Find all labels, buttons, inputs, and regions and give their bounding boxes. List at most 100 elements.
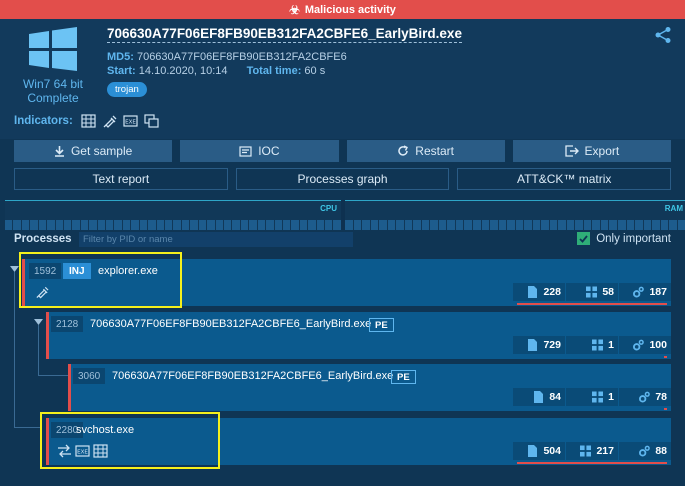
gears-icon: [639, 391, 651, 403]
graph-bar: [669, 220, 677, 230]
graph-bar: [660, 220, 669, 230]
collapse-arrow-icon[interactable]: [34, 319, 43, 326]
graph-bar: [515, 220, 524, 230]
process-item[interactable]: 2128 706630A77F06EF8FB90EB312FA2CBFE6_Ea…: [46, 312, 671, 359]
files-progress: [517, 462, 667, 464]
graph-bar: [549, 220, 558, 230]
graph-bar: [13, 220, 21, 230]
files-stat[interactable]: 84: [513, 388, 565, 406]
process-filter-input[interactable]: [79, 232, 353, 247]
graph-bar: [507, 220, 515, 230]
modules-stat[interactable]: 88: [619, 442, 671, 460]
graph-bar: [643, 220, 652, 230]
files-progress: [664, 356, 667, 358]
registry-stat[interactable]: 217: [566, 442, 618, 460]
files-stat[interactable]: 729: [513, 336, 565, 354]
collapse-arrow-icon[interactable]: [10, 266, 19, 273]
trojan-tag[interactable]: trojan: [107, 82, 147, 97]
injection-icon[interactable]: [102, 114, 117, 128]
files-stat[interactable]: 504: [513, 442, 565, 460]
total-time-value: 60 s: [304, 65, 326, 77]
graph-bar: [609, 220, 617, 230]
registry-stat[interactable]: 58: [566, 283, 618, 301]
only-important-checkbox[interactable]: [577, 232, 591, 245]
download-icon: [54, 146, 64, 157]
biohazard-icon: ☣: [289, 2, 300, 17]
processes-header: Processes Only important: [0, 231, 685, 249]
only-important-toggle[interactable]: Only important: [577, 232, 671, 245]
graph-bar: [148, 220, 156, 230]
modules-stat[interactable]: 187: [619, 283, 671, 301]
checkmark-icon: [579, 234, 588, 243]
registry-count: 1: [608, 391, 614, 403]
tree-line: [38, 325, 39, 375]
gears-icon: [633, 286, 645, 298]
graph-bar: [600, 220, 609, 230]
graph-bar: [30, 220, 38, 230]
files-progress: [664, 408, 667, 410]
text-report-button[interactable]: Text report: [14, 168, 228, 190]
process-name: 706630A77F06EF8FB90EB312FA2CBFE6_EarlyBi…: [90, 318, 372, 330]
graph-bar: [558, 220, 566, 230]
pe-tag[interactable]: PE: [391, 370, 416, 384]
executable-icon[interactable]: EXE: [123, 114, 138, 128]
graph-bar: [215, 220, 223, 230]
graph-bar: [106, 220, 114, 230]
graph-bar: [541, 220, 549, 230]
danger-marker: [46, 312, 49, 359]
only-important-label: Only important: [596, 232, 671, 245]
processes-title: Processes: [14, 233, 72, 245]
start-value: 14.10.2020, 10:14: [138, 65, 228, 77]
start-label: Start:: [107, 65, 136, 77]
processes-graph-button[interactable]: Processes graph: [235, 168, 450, 190]
banner-text: Malicious activity: [304, 3, 396, 16]
graph-bar: [362, 220, 370, 230]
modules-count: 78: [655, 391, 667, 403]
modules-stat[interactable]: 100: [619, 336, 671, 354]
restart-button[interactable]: Restart: [346, 140, 505, 162]
graph-bar: [413, 220, 421, 230]
tree-line: [14, 427, 42, 428]
process-stats: 504 217 88: [512, 442, 671, 460]
graph-bar: [652, 220, 660, 230]
graph-bar: [404, 220, 413, 230]
process-item[interactable]: 3060 706630A77F06EF8FB90EB312FA2CBFE6_Ea…: [68, 364, 671, 411]
highlight-box-explorer: [19, 252, 182, 308]
gears-icon: [633, 339, 645, 351]
md5-value: 706630A77F06EF8FB90EB312FA2CBFE6: [136, 51, 347, 63]
get-sample-button[interactable]: Get sample: [14, 140, 173, 162]
share-icon[interactable]: [654, 26, 672, 44]
registry-icon: [586, 286, 598, 298]
registry-stat[interactable]: 1: [566, 336, 618, 354]
graph-bar: [379, 220, 387, 230]
attack-matrix-button[interactable]: ATT&CK™ matrix: [457, 168, 672, 190]
md5-label: MD5:: [107, 51, 134, 63]
os-info: Win7 64 bit Complete: [14, 25, 92, 105]
graph-bar: [72, 220, 80, 230]
file-icon: [528, 286, 538, 298]
graph-bar: [266, 220, 274, 230]
files-stat[interactable]: 228: [513, 283, 565, 301]
ioc-button[interactable]: IOC: [180, 140, 339, 162]
tree-line: [14, 272, 15, 427]
ioc-label: IOC: [258, 144, 280, 158]
graph-bar: [566, 220, 575, 230]
registry-stat[interactable]: 1: [566, 388, 618, 406]
modules-stat[interactable]: 78: [619, 388, 671, 406]
graph-bar: [156, 220, 165, 230]
network-icon[interactable]: [81, 114, 96, 128]
graph-bar: [316, 220, 325, 230]
pe-tag[interactable]: PE: [369, 318, 394, 332]
md5-line: MD5: 706630A77F06EF8FB90EB312FA2CBFE6: [107, 51, 347, 63]
start-line: Start: 14.10.2020, 10:14 Total time: 60 …: [107, 65, 325, 77]
multi-window-icon[interactable]: [144, 114, 159, 128]
process-stats: 228 58 187: [512, 283, 671, 301]
graph-bar: [5, 220, 13, 230]
graph-bar: [481, 220, 490, 230]
graph-bar: [223, 220, 232, 230]
file-icon: [534, 391, 544, 403]
task-filename[interactable]: 706630A77F06EF8FB90EB312FA2CBFE6_EarlyBi…: [107, 26, 462, 43]
graph-bar: [21, 220, 30, 230]
graph-bar: [131, 220, 139, 230]
export-button[interactable]: Export: [512, 140, 671, 162]
